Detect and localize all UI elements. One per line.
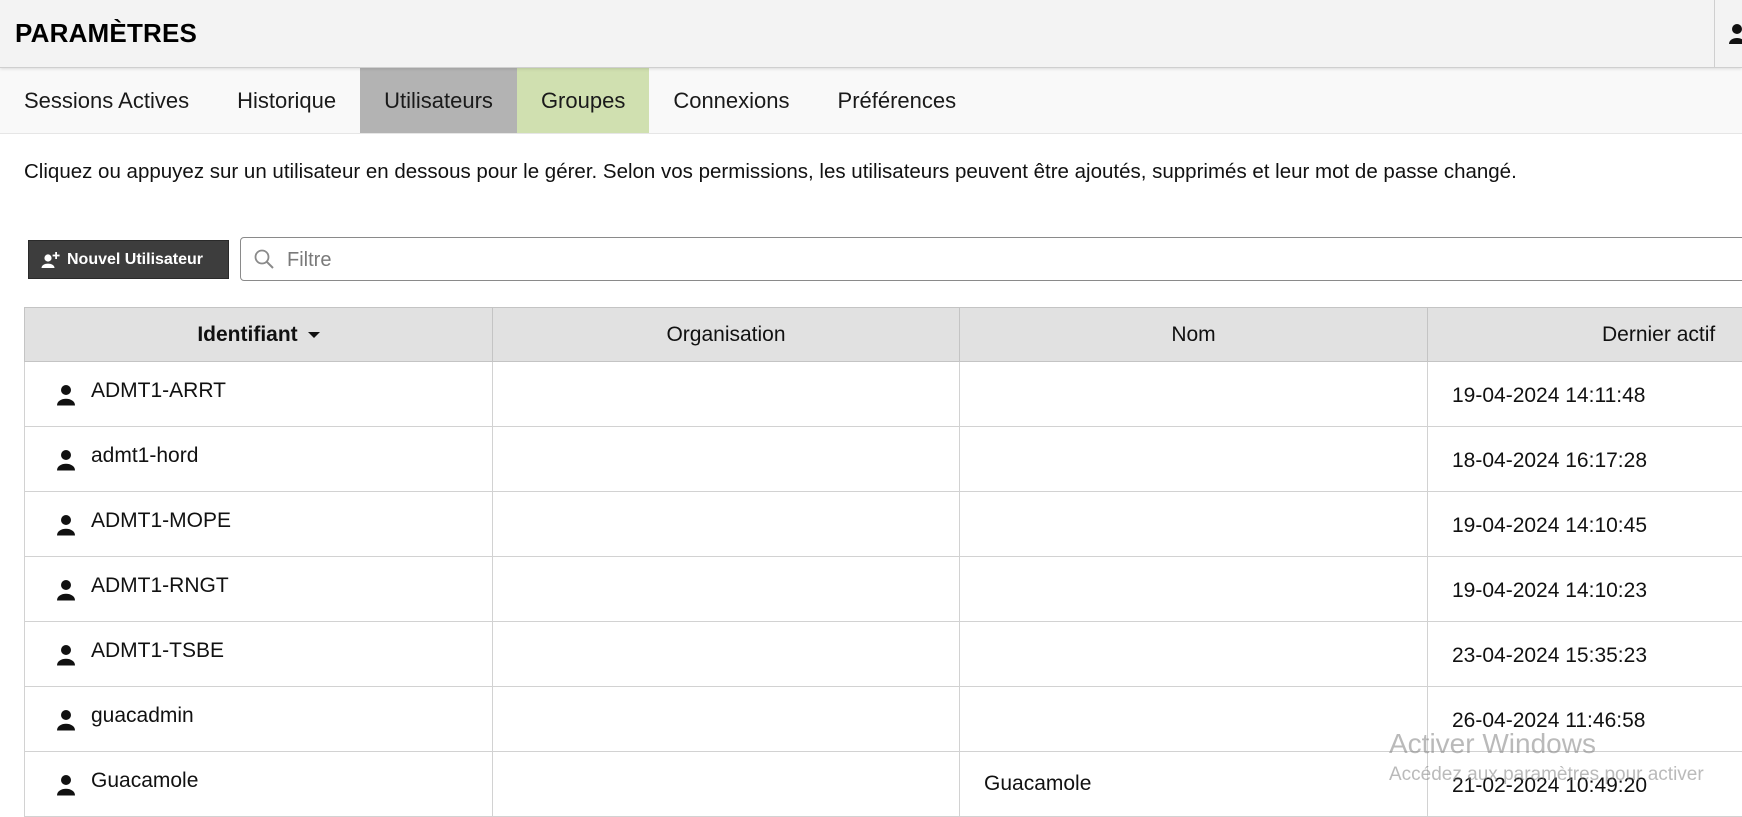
cell-nom	[960, 622, 1428, 687]
tab-preferences[interactable]: Préférences	[814, 68, 981, 133]
identifiant-text: ADMT1-RNGT	[91, 574, 229, 598]
column-header-organisation[interactable]: Organisation	[493, 308, 960, 362]
table-row[interactable]: guacadmin 26-04-2024 11:46:58	[25, 687, 1742, 752]
cell-nom	[960, 362, 1428, 427]
tab-label: Utilisateurs	[384, 88, 493, 114]
cell-nom	[960, 427, 1428, 492]
column-header-dernier-actif[interactable]: Dernier actif	[1428, 308, 1742, 362]
app-header: PARAMÈTRES	[0, 0, 1742, 68]
tab-historique[interactable]: Historique	[213, 68, 360, 133]
column-header-nom[interactable]: Nom	[960, 308, 1428, 362]
identifiant-wrap: Guacamole	[55, 769, 492, 793]
identifiant-text: ADMT1-TSBE	[91, 639, 224, 663]
column-header-label: Dernier actif	[1602, 323, 1715, 346]
tab-groupes[interactable]: Groupes	[517, 68, 649, 133]
cell-identifiant: admt1-hord	[25, 427, 493, 492]
person-icon	[55, 774, 77, 796]
person-icon	[55, 579, 77, 601]
identifiant-wrap: ADMT1-RNGT	[55, 574, 492, 598]
users-table: Identifiant Organisation Nom Dernier act…	[24, 307, 1742, 817]
add-user-icon	[41, 250, 61, 270]
tab-connexions[interactable]: Connexions	[649, 68, 813, 133]
identifiant-wrap: ADMT1-MOPE	[55, 509, 492, 533]
cell-dernier-actif: 26-04-2024 11:46:58	[1428, 687, 1742, 752]
identifiant-wrap: guacadmin	[55, 704, 492, 728]
table-row[interactable]: admt1-hord 18-04-2024 16:17:28	[25, 427, 1742, 492]
user-icon	[1729, 22, 1742, 46]
identifiant-wrap: ADMT1-TSBE	[55, 639, 492, 663]
column-header-label: Nom	[1171, 323, 1215, 346]
cell-identifiant: ADMT1-MOPE	[25, 492, 493, 557]
cell-organisation	[493, 492, 960, 557]
table-row[interactable]: ADMT1-TSBE 23-04-2024 15:35:23	[25, 622, 1742, 687]
cell-identifiant: Guacamole	[25, 752, 493, 817]
cell-organisation	[493, 752, 960, 817]
cell-organisation	[493, 427, 960, 492]
cell-identifiant: ADMT1-RNGT	[25, 557, 493, 622]
user-menu-button[interactable]	[1714, 0, 1742, 67]
identifiant-wrap: ADMT1-ARRT	[55, 379, 492, 403]
page-title: PARAMÈTRES	[15, 18, 197, 49]
person-icon	[55, 644, 77, 666]
filter-box	[240, 237, 1742, 281]
column-header-identifiant[interactable]: Identifiant	[25, 308, 493, 362]
column-header-label: Identifiant	[197, 323, 297, 346]
tab-sessions-actives[interactable]: Sessions Actives	[0, 68, 213, 133]
identifiant-text: admt1-hord	[91, 444, 198, 468]
cell-nom	[960, 687, 1428, 752]
search-icon	[253, 248, 275, 270]
cell-dernier-actif: 23-04-2024 15:35:23	[1428, 622, 1742, 687]
cell-identifiant: guacadmin	[25, 687, 493, 752]
tab-label: Préférences	[838, 88, 957, 114]
cell-organisation	[493, 687, 960, 752]
sort-arrow-icon	[308, 332, 320, 338]
identifiant-wrap: admt1-hord	[55, 444, 492, 468]
cell-dernier-actif: 18-04-2024 16:17:28	[1428, 427, 1742, 492]
person-icon	[55, 384, 77, 406]
users-table-body: ADMT1-ARRT 19-04-2024 14:11:48 admt1-hord 1…	[25, 362, 1742, 817]
cell-organisation	[493, 362, 960, 427]
tab-label: Sessions Actives	[24, 88, 189, 114]
column-header-label: Organisation	[666, 323, 785, 346]
cell-dernier-actif: 21-02-2024 10:49:20	[1428, 752, 1742, 817]
cell-organisation	[493, 557, 960, 622]
filter-input[interactable]	[285, 244, 1739, 276]
identifiant-text: ADMT1-ARRT	[91, 379, 226, 403]
table-header-row: Identifiant Organisation Nom Dernier act…	[25, 308, 1742, 362]
cell-nom: Guacamole	[960, 752, 1428, 817]
table-row[interactable]: ADMT1-ARRT 19-04-2024 14:11:48	[25, 362, 1742, 427]
cell-organisation	[493, 622, 960, 687]
cell-nom	[960, 492, 1428, 557]
tab-label: Groupes	[541, 88, 625, 114]
cell-nom	[960, 557, 1428, 622]
tab-utilisateurs[interactable]: Utilisateurs	[360, 68, 517, 133]
new-user-button-label: Nouvel Utilisateur	[67, 251, 203, 269]
identifiant-text: ADMT1-MOPE	[91, 509, 231, 533]
table-row[interactable]: ADMT1-MOPE 19-04-2024 14:10:45	[25, 492, 1742, 557]
tab-label: Connexions	[673, 88, 789, 114]
identifiant-text: guacadmin	[91, 704, 194, 728]
tab-label: Historique	[237, 88, 336, 114]
table-row[interactable]: GuacamoleGuacamole21-02-2024 10:49:20	[25, 752, 1742, 817]
identifiant-text: Guacamole	[91, 769, 198, 793]
new-user-button[interactable]: Nouvel Utilisateur	[28, 240, 229, 279]
cell-dernier-actif: 19-04-2024 14:10:23	[1428, 557, 1742, 622]
cell-dernier-actif: 19-04-2024 14:11:48	[1428, 362, 1742, 427]
settings-tabs: Sessions Actives Historique Utilisateurs…	[0, 68, 1742, 134]
person-icon	[55, 709, 77, 731]
cell-dernier-actif: 19-04-2024 14:10:45	[1428, 492, 1742, 557]
users-description: Cliquez ou appuyez sur un utilisateur en…	[24, 160, 1517, 184]
person-icon	[55, 514, 77, 536]
cell-identifiant: ADMT1-ARRT	[25, 362, 493, 427]
table-row[interactable]: ADMT1-RNGT 19-04-2024 14:10:23	[25, 557, 1742, 622]
cell-identifiant: ADMT1-TSBE	[25, 622, 493, 687]
person-icon	[55, 449, 77, 471]
